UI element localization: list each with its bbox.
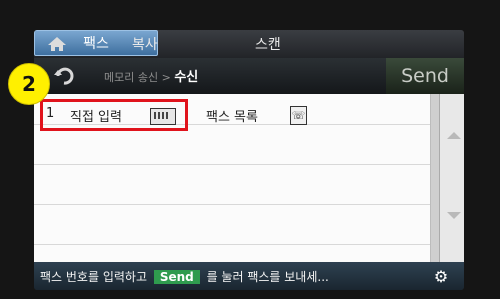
fax-screen: 복사 스캔 팩스 메모리 송신 > 수신 Send 1 직접 입력 팩스 목록 … — [34, 30, 464, 290]
entry-list: 1 직접 입력 팩스 목록 ☏ — [34, 94, 430, 262]
breadcrumb-current: 수신 — [174, 70, 199, 85]
scrollbar[interactable] — [431, 94, 440, 262]
gear-icon[interactable]: ⚙ — [426, 266, 456, 286]
send-button[interactable]: Send — [386, 58, 464, 94]
scroll-column — [430, 94, 464, 262]
breadcrumb: 메모리 송신 > 수신 — [104, 66, 198, 85]
send-badge: Send — [153, 270, 200, 284]
status-text-before: 팩스 번호를 입력하고 — [40, 270, 147, 284]
step-callout: 2 — [8, 63, 50, 105]
list-item — [34, 134, 430, 165]
tab-scan[interactable]: 스캔 — [255, 34, 281, 54]
top-tab-bar: 복사 스캔 팩스 — [34, 30, 464, 58]
header-row: 메모리 송신 > 수신 Send — [34, 58, 464, 94]
phonebook-icon: ☏ — [290, 106, 307, 125]
tab-copy[interactable]: 복사 — [132, 34, 158, 54]
status-message: 팩스 번호를 입력하고 Send 를 눌러 팩스를 보내세... — [40, 268, 329, 285]
list-item — [34, 174, 430, 205]
breadcrumb-prefix: 메모리 송신 > — [104, 71, 175, 84]
scroll-up-icon[interactable] — [447, 132, 461, 139]
status-bar: 팩스 번호를 입력하고 Send 를 눌러 팩스를 보내세... ⚙ — [34, 262, 464, 290]
list-item — [34, 214, 430, 245]
home-icon[interactable] — [42, 33, 72, 55]
status-text-after: 를 눌러 팩스를 보내세... — [206, 270, 329, 284]
highlight-box — [40, 99, 188, 131]
fax-list-button[interactable]: 팩스 목록 — [206, 106, 258, 125]
back-icon[interactable] — [52, 64, 76, 88]
scroll-down-icon[interactable] — [447, 212, 461, 219]
